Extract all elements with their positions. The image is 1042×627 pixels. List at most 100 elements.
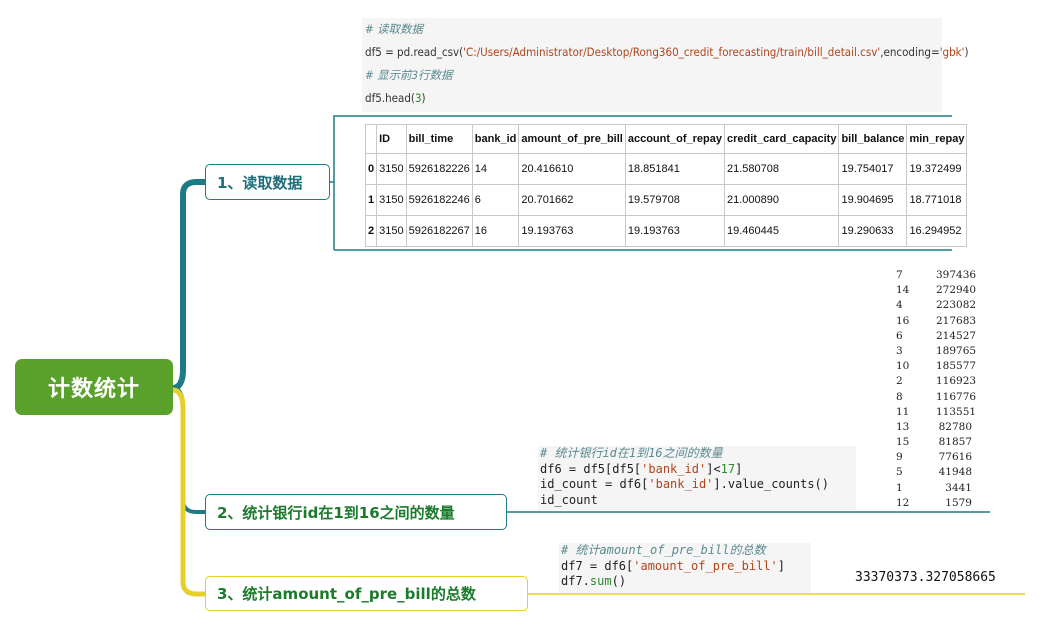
root-node[interactable]: 计数统计 [15, 359, 173, 415]
table-cell: 3150 [376, 153, 407, 185]
value-count-value: 214527 [936, 329, 977, 342]
table-cell: 6 [471, 184, 520, 216]
code-text: df7. [561, 574, 590, 588]
branch-read-data[interactable]: 1、读取数据 [205, 164, 330, 200]
code-string: 'bank_id' [641, 461, 707, 476]
value-count-key: 7 [896, 269, 903, 281]
code-text: ,encoding= [880, 45, 940, 59]
code-text: () [611, 574, 627, 588]
value-count-key: 12 [896, 496, 910, 509]
code-block-value-counts: # 统计银行id在1到16之间的数量 df6 = df5[df5['bank_i… [538, 446, 856, 510]
value-count-row: 8 116776 [896, 390, 977, 405]
table-cell: 20.416610 [518, 153, 626, 185]
branch-sum-amount[interactable]: 3、统计amount_of_pre_bill的总数 [205, 576, 528, 611]
column-header: bank_id [471, 124, 520, 154]
table-cell: 19.754017 [838, 153, 908, 185]
value-count-value: 41948 [938, 466, 972, 479]
sum-output: 33370373.327058665 [855, 570, 996, 585]
value-count-value: 81857 [938, 436, 972, 449]
code-string: 'amount_of_pre_bill' [633, 558, 778, 573]
column-header: min_repay [906, 124, 968, 154]
value-count-row: 13 82780 [896, 420, 972, 435]
value-count-row: 5 41948 [896, 465, 972, 480]
column-header: account_of_repay [624, 124, 726, 154]
table-cell: 19.460445 [723, 215, 840, 247]
code-text: ].value_counts() [713, 477, 829, 491]
value-count-row: 12 1579 [896, 496, 972, 511]
column-header: amount_of_pre_bill [518, 124, 626, 154]
code-text: ]< [706, 461, 721, 476]
value-count-value: 272940 [936, 284, 977, 297]
value-count-key: 4 [896, 299, 903, 312]
value-count-value: 185577 [936, 360, 977, 373]
row-index: 0 [364, 153, 378, 185]
row-index: 2 [364, 215, 378, 247]
value-count-row: 4 223082 [896, 298, 977, 313]
dataframe-table: ID bill_time bank_id amount_of_pre_bill … [364, 124, 968, 247]
table-cell: 5926182226 [405, 153, 473, 185]
code-text: df7 = df6[ [561, 558, 634, 573]
value-count-row: 15 81857 [896, 435, 972, 450]
value-count-value: 116776 [936, 390, 977, 403]
code-comment: # 读取数据 [365, 22, 423, 36]
column-header: bill_time [405, 124, 473, 154]
value-count-value: 113551 [936, 405, 977, 418]
value-count-row: 6 214527 [896, 329, 977, 344]
code-function: sum [589, 574, 612, 588]
value-count-value: 77616 [938, 451, 972, 464]
table-cell: 19.193763 [518, 215, 626, 247]
table-cell: 19.904695 [838, 184, 908, 216]
code-comment: # 统计amount_of_pre_bill的总数 [561, 543, 766, 557]
branch-label: 3、统计amount_of_pre_bill的总数 [217, 585, 476, 603]
table-cell: 19.579708 [624, 184, 726, 216]
value-count-key: 13 [896, 420, 910, 433]
value-count-key: 6 [896, 329, 903, 342]
value-count-value: 116923 [936, 375, 977, 388]
value-count-key: 16 [896, 314, 910, 327]
value-count-row: 14 272940 [896, 283, 977, 298]
value-count-key: 9 [896, 451, 903, 464]
table-cell: 18.771018 [906, 184, 968, 216]
column-header: credit_card_capacity [723, 124, 840, 154]
code-text: ) [421, 91, 426, 105]
value-count-key: 11 [896, 405, 910, 418]
code-string: 'gbk' [939, 45, 965, 59]
table-cell: 5926182246 [405, 184, 473, 216]
value-count-value: 3441 [945, 481, 972, 494]
value-count-row: 1 3441 [896, 481, 972, 496]
code-text: id_count [540, 492, 598, 507]
value-count-key: 5 [896, 466, 903, 479]
value-count-value: 223082 [936, 299, 977, 312]
code-text: df5.head( [365, 91, 415, 105]
code-text: id_count = df6[ [540, 477, 649, 491]
value-count-row: 10 185577 [896, 359, 977, 374]
table-cell: 5926182267 [405, 215, 473, 247]
value-count-value: 82780 [938, 420, 972, 433]
value-count-key: 15 [896, 436, 910, 449]
value-count-row: 9 77616 [896, 450, 972, 465]
code-comment: # 显示前3行数据 [365, 68, 453, 82]
table-cell: 3150 [376, 184, 407, 216]
table-cell: 20.701662 [518, 184, 626, 216]
table-cell: 19.193763 [624, 215, 726, 247]
value-count-value: 189765 [936, 344, 977, 357]
branch-count-bank-id[interactable]: 2、统计银行id在1到16之间的数量 [205, 494, 507, 530]
column-header: bill_balance [838, 124, 908, 154]
table-cell: 14 [471, 153, 520, 185]
code-text: ] [735, 461, 743, 476]
branch-label: 2、统计银行id在1到16之间的数量 [217, 503, 455, 522]
table-cell: 21.000890 [723, 184, 840, 216]
branch-label: 1、读取数据 [217, 173, 303, 192]
value-count-row: 16 217683 [896, 314, 976, 329]
code-string: 'C:/Users/Administrator/Desktop/Rong360_… [463, 45, 881, 59]
value-count-row: 2 116923 [896, 374, 977, 389]
table-cell: 21.580708 [723, 153, 840, 185]
table-row: 1 3150 5926182246 6 20.701662 19.579708 … [364, 184, 968, 216]
row-index: 1 [364, 184, 378, 216]
table-header-row: ID bill_time bank_id amount_of_pre_bill … [364, 124, 968, 154]
code-number: 17 [720, 461, 736, 476]
code-block-sum: # 统计amount_of_pre_bill的总数 df7 = df6['amo… [559, 543, 811, 593]
code-string: 'bank_id' [648, 477, 714, 491]
table-row: 2 3150 5926182267 16 19.193763 19.193763… [364, 215, 968, 247]
value-count-key: 3 [896, 344, 903, 357]
